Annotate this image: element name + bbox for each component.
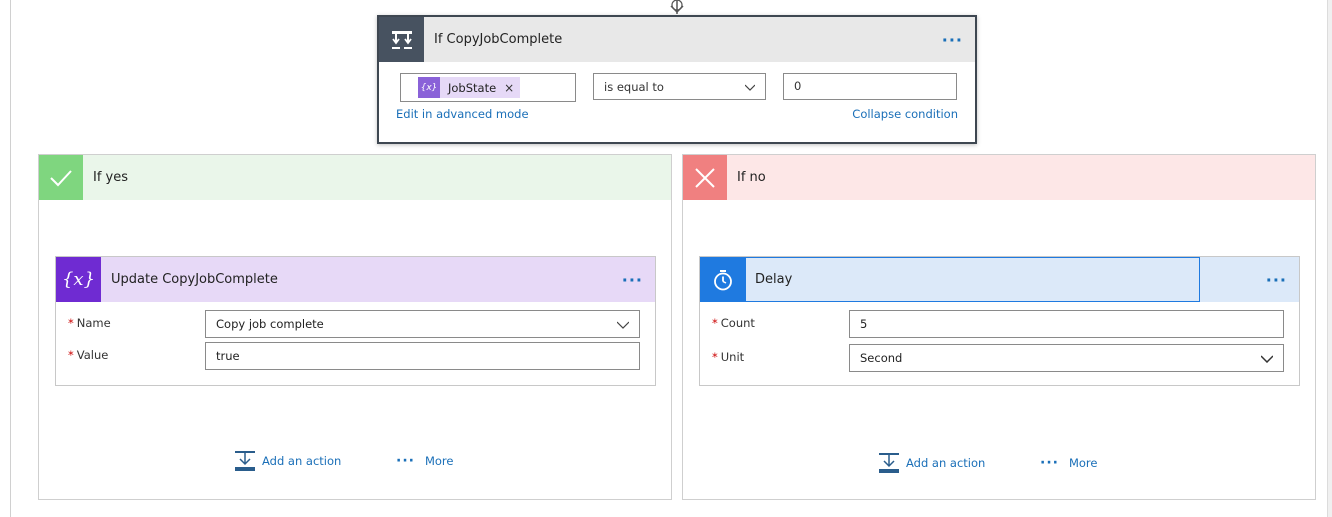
name-field-row: * Name Copy job complete xyxy=(68,310,640,338)
condition-value: 0 xyxy=(794,79,802,93)
update-variable-title: Update CopyJobComplete xyxy=(111,272,278,287)
operator-select[interactable]: is equal to xyxy=(593,73,766,100)
more-button[interactable]: ··· More xyxy=(1040,455,1097,471)
more-dots-icon: ··· xyxy=(396,453,415,469)
canvas-scrollbar[interactable] xyxy=(1327,0,1332,517)
branch-yes-title: If yes xyxy=(93,170,129,185)
branch-yes-header: If yes xyxy=(39,155,671,200)
variable-icon: {x} xyxy=(56,257,101,302)
value-value: true xyxy=(216,349,240,363)
branch-no-title: If no xyxy=(737,170,766,185)
more-button[interactable]: ··· More xyxy=(396,453,453,469)
condition-title: If CopyJobComplete xyxy=(434,32,563,47)
add-action-label: Add an action xyxy=(906,456,986,470)
condition-menu-button[interactable]: ··· xyxy=(942,30,963,49)
name-select[interactable]: Copy job complete xyxy=(205,310,640,338)
more-label: More xyxy=(1068,456,1098,470)
delay-title: Delay xyxy=(755,272,793,287)
unit-label: * Unit xyxy=(712,350,745,364)
checkmark-icon xyxy=(39,155,83,200)
variable-icon: {x} xyxy=(418,77,440,98)
branch-no-header: If no xyxy=(683,155,1315,200)
branch-if-yes: If yes {x} Update CopyJobComplete ··· * N… xyxy=(38,154,672,500)
collapse-condition-link[interactable]: Collapse condition xyxy=(852,107,958,121)
token-label: JobState xyxy=(448,80,497,95)
more-dots-icon: ··· xyxy=(1040,455,1059,471)
stopwatch-icon xyxy=(700,257,745,302)
chevron-down-icon xyxy=(1261,355,1273,363)
unit-select[interactable]: Second xyxy=(849,344,1284,372)
condition-left-operand[interactable]: {x} JobState × xyxy=(400,73,576,102)
unit-field-row: * Unit Second xyxy=(712,344,1284,372)
add-action-label: Add an action xyxy=(262,454,342,468)
token-remove-button[interactable]: × xyxy=(504,81,514,95)
condition-icon xyxy=(379,17,424,62)
chevron-down-icon xyxy=(745,84,755,91)
name-value: Copy job complete xyxy=(216,317,324,331)
value-field-row: * Value true xyxy=(68,342,640,370)
delay-card: Delay ··· * Count 5 * Unit Second xyxy=(699,256,1300,386)
branch-no-footer: Add an action ··· More xyxy=(683,452,1315,476)
add-action-button[interactable]: Add an action xyxy=(234,450,341,472)
add-action-button[interactable]: Add an action xyxy=(878,452,985,474)
delay-title-focus-outline xyxy=(745,257,1200,302)
canvas-left-rail xyxy=(10,0,11,517)
count-input[interactable]: 5 xyxy=(849,310,1284,338)
branch-if-no: If no Delay ··· * Count 5 * Unit Second … xyxy=(682,154,1316,500)
branch-yes-footer: Add an action ··· More xyxy=(39,450,671,474)
update-variable-card: {x} Update CopyJobComplete ··· * Name Cop… xyxy=(55,256,656,386)
condition-card: If CopyJobComplete ··· {x} JobState × is… xyxy=(377,15,977,144)
condition-right-operand[interactable]: 0 xyxy=(783,73,957,100)
condition-header[interactable]: If CopyJobComplete ··· xyxy=(379,17,975,62)
value-label: * Value xyxy=(68,348,109,362)
unit-value: Second xyxy=(860,351,903,365)
x-icon xyxy=(683,155,727,200)
count-label: * Count xyxy=(712,316,755,330)
more-label: More xyxy=(424,454,454,468)
count-value: 5 xyxy=(860,317,868,331)
delay-menu-button[interactable]: ··· xyxy=(1266,270,1287,289)
jobstate-token[interactable]: {x} JobState × xyxy=(418,77,521,98)
chevron-down-icon xyxy=(617,321,629,329)
update-variable-menu-button[interactable]: ··· xyxy=(622,270,643,289)
operator-value: is equal to xyxy=(604,80,664,94)
edit-advanced-mode-link[interactable]: Edit in advanced mode xyxy=(396,107,529,121)
update-variable-header[interactable]: {x} Update CopyJobComplete ··· xyxy=(56,257,655,302)
value-input[interactable]: true xyxy=(205,342,640,370)
delay-header[interactable]: Delay ··· xyxy=(700,257,1299,302)
count-field-row: * Count 5 xyxy=(712,310,1284,338)
name-label: * Name xyxy=(68,316,111,330)
flow-connector-icon xyxy=(670,0,684,14)
add-action-icon xyxy=(235,451,255,471)
add-action-icon xyxy=(879,453,899,473)
